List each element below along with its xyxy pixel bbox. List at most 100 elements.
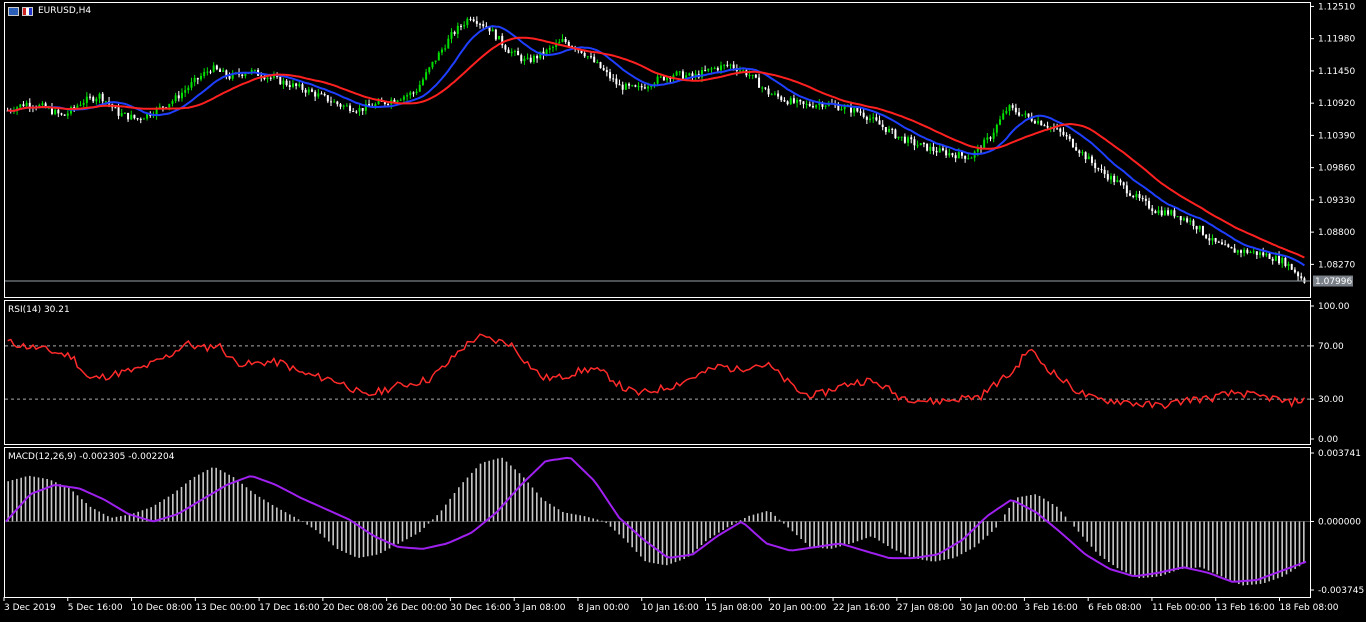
price-tick-label: 1.08800 <box>1318 228 1355 238</box>
candle-body <box>298 84 301 86</box>
candle-body <box>593 56 596 63</box>
candle-body <box>1249 252 1252 254</box>
candle-body <box>605 70 608 73</box>
candle-body <box>773 93 776 95</box>
candle-body <box>678 71 681 73</box>
candle-body <box>583 52 586 57</box>
candle-body <box>453 32 456 34</box>
candle-body <box>1160 210 1163 216</box>
candle-body <box>732 64 735 69</box>
candle-body <box>815 105 818 108</box>
candle-body <box>656 76 659 84</box>
candle-body <box>460 25 462 27</box>
candle-body <box>739 70 742 72</box>
candle-body <box>92 97 95 102</box>
candle-body <box>926 143 929 151</box>
rsi-panel-frame <box>4 300 1311 445</box>
candle-body <box>729 64 732 66</box>
candle-body <box>919 143 922 146</box>
candle-body <box>799 99 802 102</box>
candle-body <box>352 111 355 113</box>
candle-body <box>602 68 605 71</box>
candle-body <box>609 72 612 79</box>
candle-body <box>1157 210 1160 214</box>
candle-body <box>805 103 808 105</box>
time-tick-label: 26 Dec 00:00 <box>387 603 448 613</box>
candle-body <box>1138 194 1141 199</box>
candle-body <box>475 21 478 24</box>
candle-body <box>19 104 22 108</box>
candle-body <box>349 105 352 112</box>
macd-axis: 0.003741 0.000000 -0.003745 <box>1310 449 1364 596</box>
candle-body <box>1065 134 1068 137</box>
candle-body <box>612 78 615 80</box>
candle-body <box>1217 241 1220 243</box>
candle-body <box>1287 264 1290 266</box>
price-tag-label: 1.07996 <box>1315 277 1352 287</box>
candle-body <box>1259 252 1262 255</box>
candle-body <box>203 71 206 76</box>
candle-body <box>1173 210 1176 217</box>
candle-body <box>1290 264 1293 270</box>
candle-body <box>615 78 618 85</box>
candle-body <box>1100 169 1103 171</box>
candle-body <box>723 64 726 66</box>
ma-slow-line <box>7 36 1305 259</box>
candle-body <box>1046 125 1049 128</box>
candle-body <box>1148 200 1151 209</box>
candle-body <box>1243 249 1246 253</box>
candle-body <box>130 114 133 120</box>
candle-body <box>326 95 329 102</box>
candle-body <box>1192 220 1195 227</box>
candle-body <box>1198 226 1201 230</box>
candle-body <box>628 83 631 86</box>
candle-body <box>1103 169 1106 175</box>
candle-body <box>758 77 761 88</box>
candle-body <box>818 103 821 106</box>
candle-body <box>659 76 662 78</box>
main-panel-frame <box>4 2 1311 298</box>
candle-body <box>913 139 916 146</box>
candle-body <box>219 69 222 72</box>
candle-body <box>957 152 960 159</box>
candle-body <box>1233 248 1236 253</box>
candle-body <box>865 116 868 120</box>
chart-svg[interactable]: 1.12510 1.11980 1.11450 1.10920 1.10390 1.098… <box>0 0 1366 618</box>
candle-body <box>780 96 783 101</box>
candle-body <box>564 38 567 42</box>
candle-body <box>301 84 304 90</box>
candle-body <box>60 113 63 115</box>
candle-body <box>456 25 459 34</box>
candle-body <box>792 98 795 103</box>
time-tick-label: 3 Feb 16:00 <box>1024 603 1078 613</box>
candle-body <box>951 153 954 156</box>
candle-body <box>897 136 900 139</box>
candle-body <box>421 79 424 85</box>
candle-body <box>206 71 209 73</box>
rsi-tick-label: 70.00 <box>1318 342 1344 352</box>
symbol-flag-icon[interactable] <box>22 6 33 16</box>
candle-body <box>520 55 523 62</box>
candle-body <box>85 96 88 103</box>
candle-body <box>104 101 107 103</box>
candle-body <box>599 62 602 69</box>
candle-body <box>193 78 196 83</box>
time-tick-label: 10 Dec 08:00 <box>132 603 193 613</box>
candle-body <box>244 73 247 76</box>
candle-body <box>387 104 390 106</box>
candle-body <box>802 101 805 105</box>
candle-body <box>1084 152 1087 160</box>
candle-body <box>101 93 104 102</box>
candle-body <box>342 105 345 107</box>
chart-window-icon[interactable] <box>8 6 19 16</box>
candle-body <box>1189 220 1192 222</box>
candle-body <box>361 107 364 111</box>
candle-body <box>314 91 317 97</box>
candle-body <box>161 106 164 108</box>
macd-signal-line <box>5 456 1307 583</box>
candle-body <box>307 89 310 93</box>
candle-body <box>1008 105 1011 111</box>
candle-body <box>1062 131 1065 135</box>
candle-body <box>1246 249 1249 253</box>
time-tick-label: 17 Dec 16:00 <box>259 603 320 613</box>
